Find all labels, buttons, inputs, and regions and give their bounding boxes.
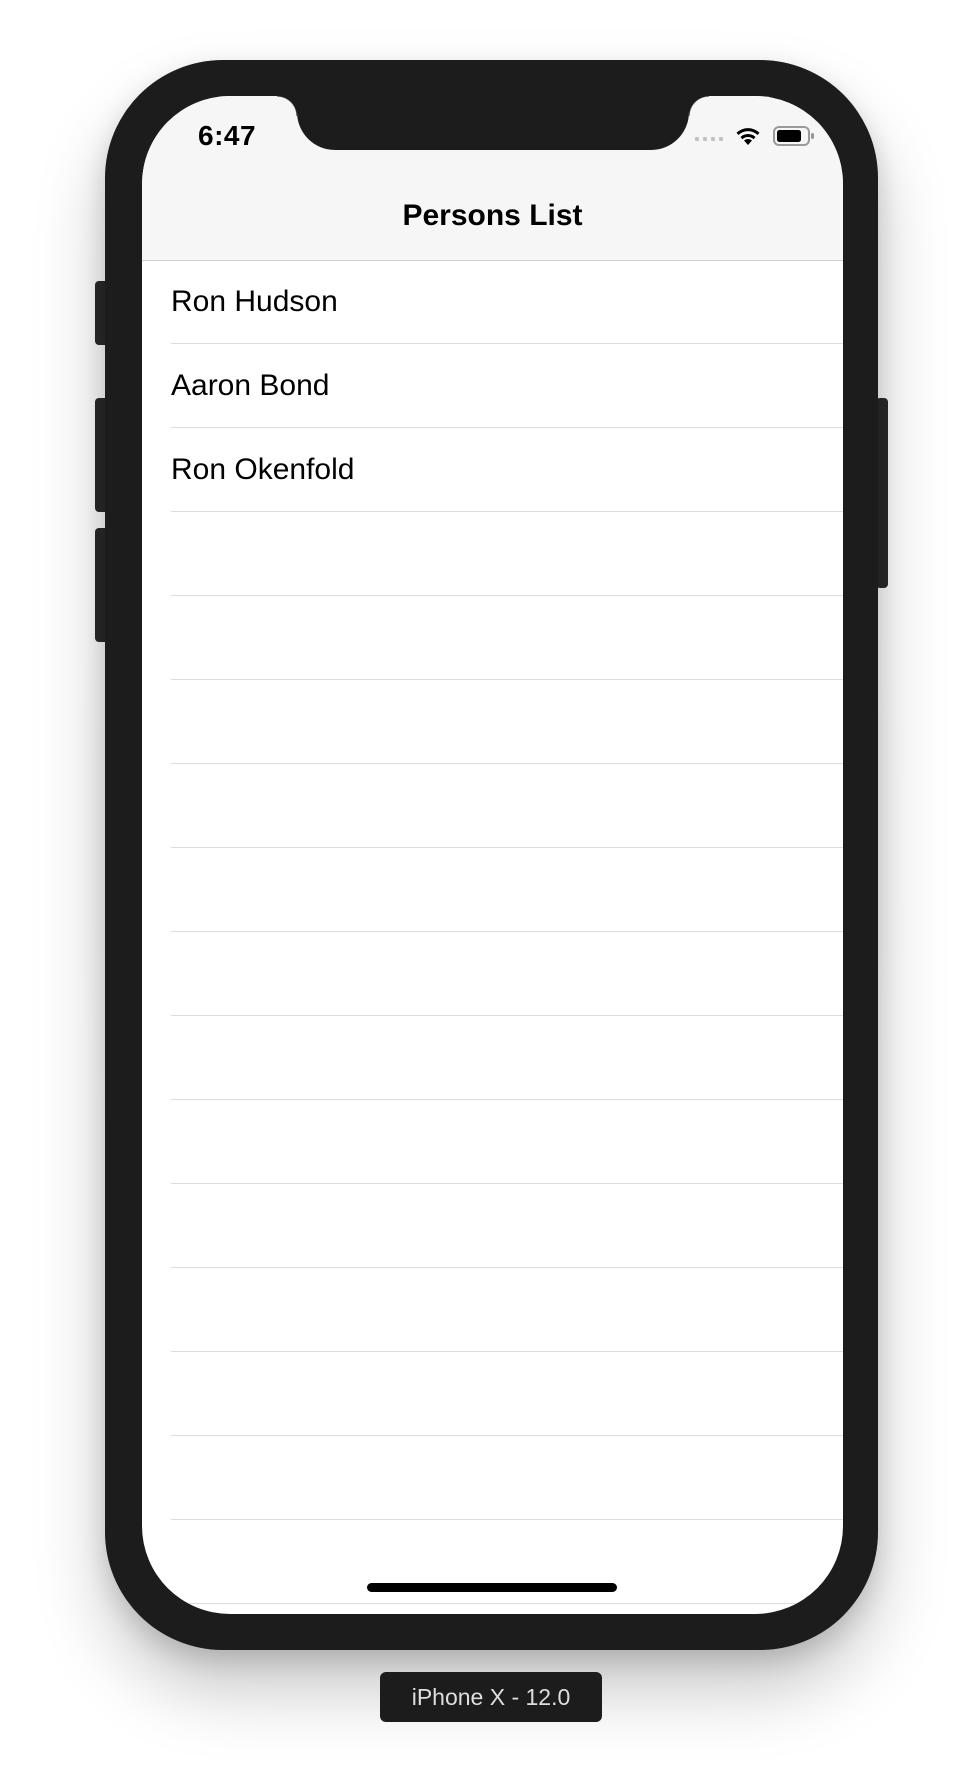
- status-icons: [695, 124, 815, 148]
- empty-table-row: [171, 1436, 843, 1520]
- person-name: Ron Hudson: [171, 285, 338, 318]
- page-title: Persons List: [402, 199, 583, 232]
- empty-table-row: [171, 596, 843, 680]
- empty-table-row: [171, 764, 843, 848]
- cellular-signal-icon: [695, 131, 723, 141]
- empty-table-row: [171, 1016, 843, 1100]
- status-time: 6:47: [198, 120, 257, 151]
- empty-table-row: [171, 680, 843, 764]
- empty-table-row: [171, 848, 843, 932]
- person-name: Ron Okenfold: [171, 453, 355, 486]
- person-name: Aaron Bond: [171, 369, 330, 402]
- empty-rows: [142, 512, 843, 1604]
- table-row[interactable]: Ron Hudson: [171, 260, 843, 344]
- table-row[interactable]: Aaron Bond: [171, 344, 843, 428]
- empty-table-row: [171, 932, 843, 1016]
- table-row[interactable]: Ron Okenfold: [171, 428, 843, 512]
- empty-table-row: [171, 1352, 843, 1436]
- wifi-icon: [736, 128, 760, 145]
- home-indicator[interactable]: [367, 1583, 617, 1592]
- empty-table-row: [171, 1268, 843, 1352]
- simulator-stage: 6:47 Persons List Ron Hudson Aaron Bond …: [0, 0, 972, 1785]
- empty-table-row: [171, 512, 843, 596]
- device-label: iPhone X - 12.0: [380, 1672, 602, 1722]
- persons-table[interactable]: Ron Hudson Aaron Bond Ron Okenfold: [142, 260, 843, 1604]
- sensor-notch: [277, 96, 709, 150]
- battery-icon: [773, 126, 814, 146]
- empty-table-row: [171, 1184, 843, 1268]
- device-screen: 6:47 Persons List Ron Hudson Aaron Bond …: [142, 96, 843, 1614]
- empty-table-row: [171, 1100, 843, 1184]
